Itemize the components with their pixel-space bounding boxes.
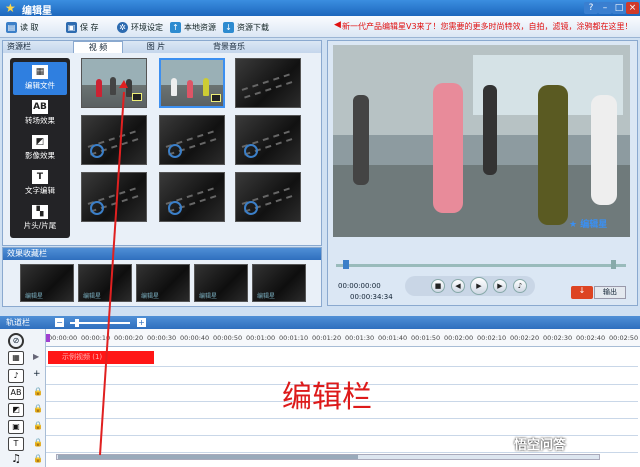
watermark: 悟空问答 xyxy=(514,438,567,453)
annotation-arrow xyxy=(99,80,128,456)
